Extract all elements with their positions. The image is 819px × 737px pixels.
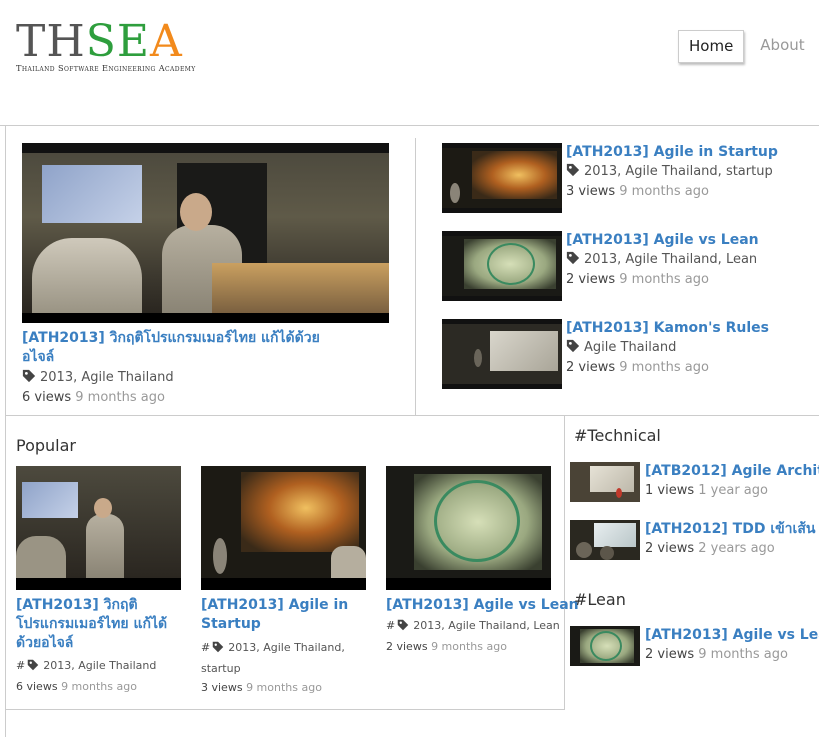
time-ago: 9 months ago [75, 390, 165, 405]
technical-video-title[interactable]: [ATH2012] TDD เข้าเส้น ตอน [645, 520, 819, 539]
popular-video-tags: #2013, Agile Thailand [16, 657, 156, 675]
popular-video-thumbnail[interactable] [16, 466, 181, 590]
lean-heading: #Lean [574, 590, 626, 609]
time-ago: 9 months ago [619, 360, 709, 375]
view-count: 6 views [16, 680, 58, 693]
lean-video-title[interactable]: [ATH2013] Agile vs Lean [645, 626, 819, 645]
logo-subtitle: Thailand Software Engineering Academy [16, 63, 196, 73]
nav-home[interactable]: Home [678, 30, 745, 63]
technical-video-stats: 2 views 2 years ago [645, 540, 775, 558]
hash-symbol: # [201, 641, 211, 654]
side-video-title[interactable]: [ATH2013] Agile vs Lean [566, 231, 759, 250]
side-video-thumbnail[interactable] [442, 231, 562, 301]
time-ago: 1 year ago [698, 483, 768, 498]
side-video-thumbnail[interactable] [442, 143, 562, 213]
view-count: 1 views [645, 483, 695, 498]
divider [5, 709, 565, 710]
popular-video-thumbnail[interactable] [201, 466, 366, 590]
time-ago: 9 months ago [61, 680, 137, 693]
tags-text: 2013, Agile Thailand [40, 370, 174, 385]
divider [564, 415, 565, 710]
logo-part-a: A [149, 16, 183, 67]
featured-video-tags: 2013, Agile Thailand [22, 369, 174, 387]
side-video-tags: 2013, Agile Thailand, startup [566, 163, 773, 181]
view-count: 2 views [645, 647, 695, 662]
popular-heading: Popular [16, 436, 76, 455]
popular-video-tags: #2013, Agile Thailand, Lean [386, 617, 560, 635]
tag-icon [397, 619, 409, 631]
tags-text: 2013, Agile Thailand [43, 659, 157, 672]
technical-video-thumbnail[interactable] [570, 520, 640, 560]
side-video-stats: 2 views 9 months ago [566, 271, 709, 289]
tag-icon [566, 251, 580, 265]
logo-wordmark: THSEA [16, 20, 196, 64]
popular-video-title[interactable]: [ATH2013] Agile in Startup [201, 596, 361, 634]
lean-video-thumbnail[interactable] [570, 626, 640, 666]
tag-icon [22, 369, 36, 383]
time-ago: 2 years ago [698, 541, 775, 556]
main-nav: Home About [678, 30, 815, 63]
time-ago: 9 months ago [431, 640, 507, 653]
time-ago: 9 months ago [246, 681, 322, 694]
featured-video-thumbnail[interactable] [22, 143, 389, 323]
featured-video-stats: 6 views 9 months ago [22, 389, 165, 407]
logo-part-se: SE [85, 16, 150, 67]
hash-symbol: # [386, 619, 396, 632]
tags-text: 2013, Agile Thailand, Lean [584, 252, 758, 267]
side-video-stats: 3 views 9 months ago [566, 183, 709, 201]
hash-symbol: # [16, 659, 26, 672]
side-video-tags: 2013, Agile Thailand, Lean [566, 251, 757, 269]
popular-video-thumbnail[interactable] [386, 466, 551, 590]
popular-video-stats: 3 views 9 months ago [201, 679, 322, 697]
side-video-tags: Agile Thailand [566, 339, 676, 357]
view-count: 2 views [645, 541, 695, 556]
view-count: 3 views [201, 681, 243, 694]
view-count: 3 views [566, 184, 616, 199]
site-logo[interactable]: THSEA Thailand Software Engineering Acad… [16, 20, 196, 74]
header-divider [0, 125, 819, 126]
divider [5, 126, 6, 737]
technical-video-stats: 1 views 1 year ago [645, 482, 768, 500]
side-video-stats: 2 views 9 months ago [566, 359, 709, 377]
popular-video-title[interactable]: [ATH2013] วิกฤติโปรแกรมเมอร์ไทย แก้ได้ด้… [16, 596, 176, 653]
featured-video-title[interactable]: [ATH2013] วิกฤติโปรแกรมเมอร์ไทย แก้ได้ด้… [22, 329, 322, 367]
technical-video-thumbnail[interactable] [570, 462, 640, 502]
time-ago: 9 months ago [619, 184, 709, 199]
popular-video-stats: 6 views 9 months ago [16, 678, 137, 696]
tag-icon [27, 659, 39, 671]
technical-heading: #Technical [574, 426, 661, 445]
divider [415, 138, 416, 415]
view-count: 6 views [22, 390, 72, 405]
nav-about[interactable]: About [750, 30, 814, 63]
time-ago: 9 months ago [619, 272, 709, 287]
popular-video-title[interactable]: [ATH2013] Agile vs Lean [386, 596, 579, 615]
side-video-title[interactable]: [ATH2013] Agile in Startup [566, 143, 778, 162]
tags-text: Agile Thailand [584, 340, 677, 355]
lean-video-stats: 2 views 9 months ago [645, 646, 788, 664]
logo-part-th: TH [16, 16, 86, 67]
view-count: 2 views [566, 360, 616, 375]
tags-text: 2013, Agile Thailand, Lean [413, 619, 560, 632]
technical-video-title[interactable]: [ATB2012] Agile Architect [645, 462, 819, 481]
divider [5, 415, 819, 416]
tag-icon [212, 641, 224, 653]
view-count: 2 views [386, 640, 428, 653]
tag-icon [566, 163, 580, 177]
tag-icon [566, 339, 580, 353]
tags-text: 2013, Agile Thailand, startup [584, 164, 773, 179]
side-video-thumbnail[interactable] [442, 319, 562, 389]
time-ago: 9 months ago [698, 647, 788, 662]
popular-video-tags: #2013, Agile Thailand, startup [201, 637, 351, 679]
popular-video-stats: 2 views 9 months ago [386, 638, 507, 656]
side-video-title[interactable]: [ATH2013] Kamon's Rules [566, 319, 769, 338]
view-count: 2 views [566, 272, 616, 287]
